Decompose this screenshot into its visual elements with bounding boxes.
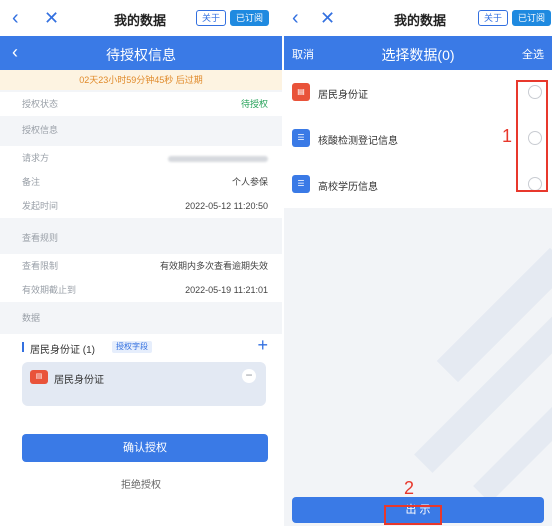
valid-until-label: 有效期截止到 (22, 285, 77, 295)
list-item-label: 居民身份证 (318, 90, 368, 101)
list-item-label: 高校学历信息 (318, 182, 378, 193)
back-chevron-icon[interactable]: ‹ (12, 6, 19, 30)
section-auth-info: 授权信息 (0, 118, 282, 142)
remark-row: 备注 个人参保 (0, 170, 282, 194)
group-marker (22, 342, 24, 352)
select-all-button[interactable]: 全选 (522, 46, 544, 62)
confirm-authorization-button[interactable]: 确认授权 (22, 434, 268, 462)
list-item[interactable]: ▤ 居民身份证 (284, 70, 552, 116)
id-card-icon: ▤ (30, 370, 48, 384)
annotation-marker-1: 1 (502, 126, 513, 146)
initiated-time-label: 发起时间 (22, 201, 59, 211)
page-header: ‹ 待授权信息 (0, 36, 282, 70)
about-button[interactable]: 关于 (478, 10, 509, 26)
list-item-label: 核酸检测登记信息 (318, 136, 398, 147)
requester-label: 请求方 (22, 153, 50, 163)
close-icon[interactable]: ✕ (44, 6, 59, 30)
initiated-time-value: 2022-05-12 11:20:50 (185, 201, 268, 211)
auth-fields-tag[interactable]: 授权字段 (112, 341, 152, 353)
view-limit-row: 查看限制 有效期内多次查看逾期失效 (0, 254, 282, 278)
select-data-screen: ‹ ✕ 我的数据 关于 已订阅 取消 选择数据(0) 全选 ▤ 居民身份证 ☰ … (284, 0, 552, 526)
page-title: 选择数据(0) (381, 47, 455, 63)
subscribed-button[interactable]: 已订阅 (230, 10, 270, 26)
document-icon: ☰ (292, 129, 310, 147)
authorization-screen: ‹ ✕ 我的数据 关于 已订阅 ‹ 待授权信息 02天23小时59分钟45秒 后… (0, 0, 282, 526)
data-group-label: 居民身份证 (1) (30, 345, 95, 356)
list-item[interactable]: ☰ 高校学历信息 (284, 162, 552, 208)
back-chevron-icon[interactable]: ‹ (292, 6, 299, 30)
top-nav-bar: ‹ ✕ 我的数据 关于 已订阅 (0, 0, 282, 36)
section-view-rules: 查看规则 (0, 226, 282, 250)
about-button[interactable]: 关于 (196, 10, 227, 26)
remark-value: 个人参保 (231, 177, 268, 187)
valid-until-row: 有效期截止到 2022-05-19 11:21:01 (0, 278, 282, 302)
requester-value-blurred (168, 146, 268, 170)
expiry-countdown: 02天23小时59分钟45秒 后过期 (0, 70, 282, 90)
requester-row: 请求方 (0, 146, 282, 170)
top-nav-bar: ‹ ✕ 我的数据 关于 已订阅 (284, 0, 552, 36)
subscribed-button[interactable]: 已订阅 (512, 10, 552, 26)
data-card[interactable]: ▤ 居民身份证 − (22, 362, 266, 406)
add-icon[interactable]: + (257, 335, 268, 356)
id-card-icon: ▤ (292, 83, 310, 101)
close-icon[interactable]: ✕ (320, 6, 335, 30)
valid-until-value: 2022-05-19 11:21:01 (185, 285, 268, 295)
page-title: 待授权信息 (106, 47, 176, 63)
app-title: 我的数据 (114, 13, 167, 28)
view-limit-label: 查看限制 (22, 261, 59, 271)
initiated-time-row: 发起时间 2022-05-12 11:20:50 (0, 194, 282, 218)
document-icon: ☰ (292, 175, 310, 193)
annotation-box-export (384, 505, 442, 525)
annotation-marker-2: 2 (404, 478, 415, 498)
auth-status-label: 授权状态 (22, 99, 59, 109)
page-header: 取消 选择数据(0) 全选 (284, 36, 552, 70)
app-title: 我的数据 (394, 13, 447, 28)
section-data: 数据 (0, 306, 282, 330)
annotation-box-radios (516, 80, 548, 192)
reject-authorization-button[interactable]: 拒绝授权 (0, 476, 282, 491)
view-limit-value: 有效期内多次查看逾期失效 (159, 261, 268, 271)
auth-status-row: 授权状态 待授权 (0, 92, 282, 116)
auth-status-value: 待授权 (240, 99, 268, 109)
remark-label: 备注 (22, 177, 41, 187)
remove-icon[interactable]: − (242, 369, 256, 383)
data-card-label: 居民身份证 (54, 375, 104, 386)
data-group-header: 居民身份证 (1) 授权字段 + (0, 334, 282, 360)
